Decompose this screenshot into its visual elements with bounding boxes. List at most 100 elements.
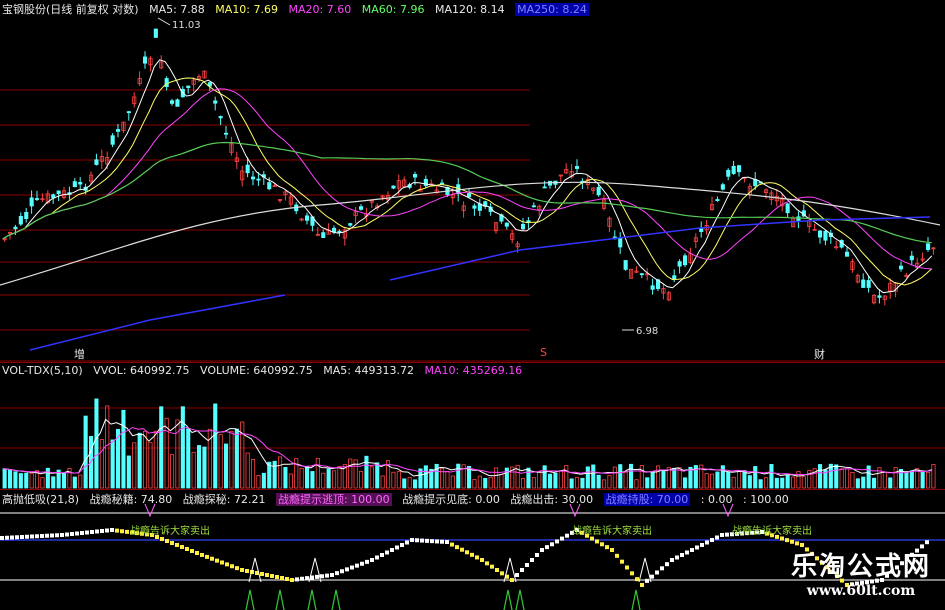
bottom-signal-marker (631, 589, 641, 610)
event-marker-zeng[interactable]: 增 (74, 346, 85, 362)
candle-body (542, 186, 547, 189)
indicator-point (925, 540, 929, 545)
volume-bar (126, 455, 131, 489)
indicator-point (450, 542, 454, 547)
indicator-point (695, 545, 699, 550)
ma20-line (2, 88, 932, 270)
event-marker-cai[interactable]: 财 (814, 346, 825, 362)
candle-body (504, 222, 509, 227)
indicator-point (535, 553, 539, 557)
volume-bar (148, 442, 153, 489)
volume-bar (272, 460, 277, 489)
indicator-point (340, 569, 344, 574)
candle-body (909, 255, 914, 261)
stock-title: 宝钢股份(日线 前复权 对数) (2, 3, 139, 16)
candle-body (672, 275, 677, 280)
volume-bar (493, 467, 499, 489)
indicator-point (280, 576, 284, 580)
indicator-point (495, 568, 499, 572)
volume-bar (607, 475, 612, 489)
volume-bar (531, 477, 536, 489)
indicator-point (85, 530, 89, 535)
volume-bar (18, 473, 23, 489)
volume-bar (412, 479, 418, 489)
volume-bar (742, 470, 747, 489)
volume-bar (331, 470, 337, 489)
indicator-point (485, 561, 489, 566)
volume-bar (882, 471, 887, 489)
volume-bar (931, 464, 936, 489)
indicator-point (710, 538, 714, 542)
candle-body (186, 85, 191, 88)
volume-bar (396, 470, 401, 489)
ind-label-5: 战瘾出击: 30.00 (510, 493, 594, 506)
indicator-point (620, 559, 624, 564)
volume-panel[interactable]: VOL-TDX(5,10) VVOL: 640992.75 VOLUME: 64… (0, 362, 945, 490)
volume-bar (704, 473, 709, 489)
indicator-point (685, 550, 689, 555)
volume-bar (45, 467, 50, 489)
bottom-signal-marker (331, 589, 341, 610)
candle-body (866, 280, 871, 288)
volume-bar (715, 471, 720, 489)
indicator-point (720, 533, 724, 537)
volume-bar (472, 479, 477, 489)
volume-bar (218, 434, 223, 489)
indicator-point (235, 566, 239, 571)
indicator-point (220, 560, 224, 565)
indicator-point (110, 528, 114, 532)
volume-bar (672, 467, 677, 489)
indicator-point (245, 569, 249, 573)
volume-bar (855, 478, 860, 489)
volume-bar (780, 477, 785, 489)
indicator-header: 高抛低吸(21,8) 战瘾秘籍: 74.80 战瘾探秘: 72.21 战瘾提示逃… (2, 491, 796, 507)
indicator-point (590, 536, 594, 541)
volume-bar (267, 461, 272, 489)
candle-body (785, 203, 790, 214)
candle-body (623, 260, 628, 270)
indicator-point (705, 540, 709, 545)
volume-bar (423, 465, 428, 489)
indicator-point (780, 536, 784, 541)
volume-bar (737, 470, 742, 489)
candle-body (618, 237, 623, 248)
event-marker-s[interactable]: S (540, 346, 547, 359)
indicator-point (405, 540, 409, 545)
candle-body (521, 223, 526, 230)
indicator-point (715, 535, 719, 540)
ma250-label: MA250: 8.24 (515, 3, 589, 16)
volume-bar (629, 463, 634, 489)
watermark-logo: 乐淘公式网 www.60lt.com (791, 546, 931, 599)
candle-body (526, 220, 531, 223)
volume-bar (612, 466, 617, 489)
indicator-point (160, 537, 164, 541)
volume-bar (504, 467, 509, 489)
ma5-line (2, 59, 933, 294)
indicator-point (655, 570, 659, 575)
volume-bar (245, 452, 250, 489)
bottom-signal-marker (275, 589, 285, 610)
candle-body (56, 190, 61, 195)
buy-signal-marker (638, 557, 652, 583)
indicator-point (205, 554, 209, 559)
candle-body (575, 166, 580, 169)
indicator-point (15, 535, 19, 540)
indicator-point (285, 577, 289, 581)
volume-bar (175, 419, 180, 489)
volume-bar (407, 477, 412, 489)
price-panel[interactable]: 宝钢股份(日线 前复权 对数) MA5: 7.88 MA10: 7.69 MA2… (0, 0, 945, 362)
indicator-point (380, 553, 384, 557)
indicator-point (50, 533, 54, 538)
volume-bar (769, 464, 774, 489)
indicator-point (785, 538, 789, 543)
volume-bar (29, 472, 34, 489)
price-header: 宝钢股份(日线 前复权 对数) MA5: 7.88 MA10: 7.69 MA2… (2, 1, 596, 17)
indicator-point (115, 528, 119, 533)
indicator-point (320, 574, 324, 579)
ind-label-3: 战瘾提示逃顶: 100.00 (275, 493, 392, 506)
candle-body (94, 159, 99, 165)
indicator-point (625, 565, 629, 570)
indicator-point (415, 538, 419, 543)
indicator-point (195, 551, 199, 555)
volume-bar (72, 476, 77, 489)
